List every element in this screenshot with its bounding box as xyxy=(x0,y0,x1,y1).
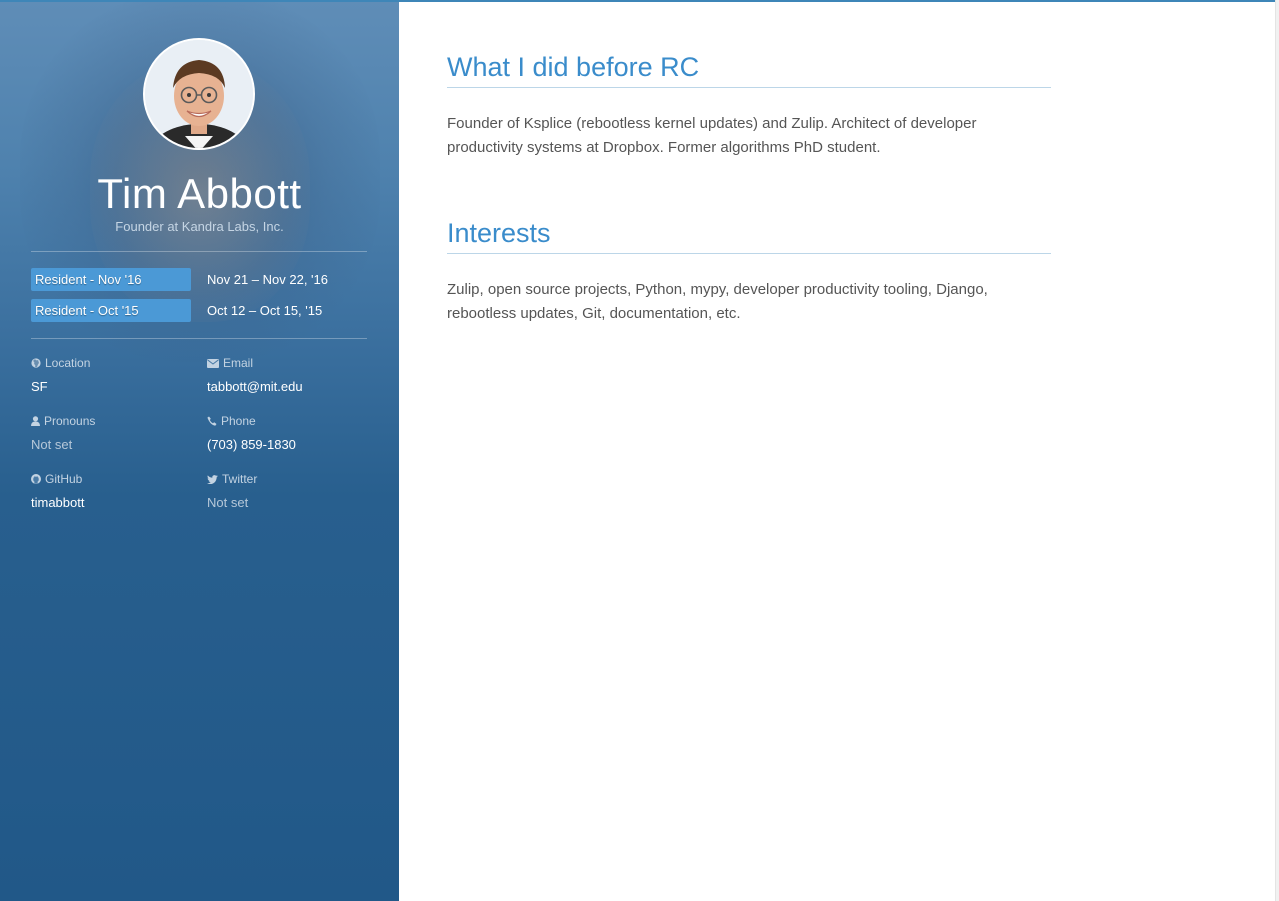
residency-badge[interactable]: Resident - Nov '16 xyxy=(31,268,191,291)
email-label-text: Email xyxy=(223,356,254,370)
location-value: SF xyxy=(31,379,48,394)
residency-dates: Nov 21 – Nov 22, '16 xyxy=(207,272,328,287)
section-body-interests: Zulip, open source projects, Python, myp… xyxy=(447,281,988,322)
pronouns-label-text: Pronouns xyxy=(44,414,96,428)
github-icon xyxy=(31,474,41,484)
location-label-text: Location xyxy=(45,356,91,370)
envelope-icon xyxy=(207,358,219,368)
email-label: Email xyxy=(207,356,253,370)
section-heading-interests: Interests xyxy=(447,218,551,248)
phone-label: Phone xyxy=(207,414,256,428)
phone-icon xyxy=(207,416,217,426)
twitter-value: Not set xyxy=(207,495,249,510)
github-label: GitHub xyxy=(31,472,82,486)
phone-value[interactable]: (703) 859-1830 xyxy=(207,437,296,452)
twitter-label-text: Twitter xyxy=(222,472,258,486)
residency-dates: Oct 12 – Oct 15, '15 xyxy=(207,303,323,318)
avatar xyxy=(143,38,255,150)
globe-icon xyxy=(31,358,41,368)
section-heading-before-rc: What I did before RC xyxy=(447,52,700,82)
section-body-before-rc: Founder of Ksplice (rebootless kernel up… xyxy=(447,115,977,156)
profile-sidebar: Tim Abbott Founder at Kandra Labs, Inc. … xyxy=(0,2,399,901)
location-label: Location xyxy=(31,356,90,370)
twitter-label: Twitter xyxy=(207,472,257,486)
avatar-portrait xyxy=(145,40,253,148)
phone-label-text: Phone xyxy=(221,414,256,428)
residency-badge[interactable]: Resident - Oct '15 xyxy=(31,299,191,322)
profile-name: Tim Abbott xyxy=(97,170,302,217)
divider xyxy=(31,251,367,252)
user-icon xyxy=(31,416,40,426)
section-rule xyxy=(447,87,1051,88)
pronouns-label: Pronouns xyxy=(31,414,95,428)
github-link[interactable]: timabbott xyxy=(31,495,84,510)
email-link[interactable]: tabbott@mit.edu xyxy=(207,379,303,394)
github-label-text: GitHub xyxy=(45,472,83,486)
scrollbar-track[interactable] xyxy=(1275,0,1279,901)
section-rule xyxy=(447,253,1051,254)
twitter-icon xyxy=(207,474,218,484)
pronouns-value: Not set xyxy=(31,437,73,452)
divider xyxy=(31,338,367,339)
profile-tagline: Founder at Kandra Labs, Inc. xyxy=(115,219,284,234)
